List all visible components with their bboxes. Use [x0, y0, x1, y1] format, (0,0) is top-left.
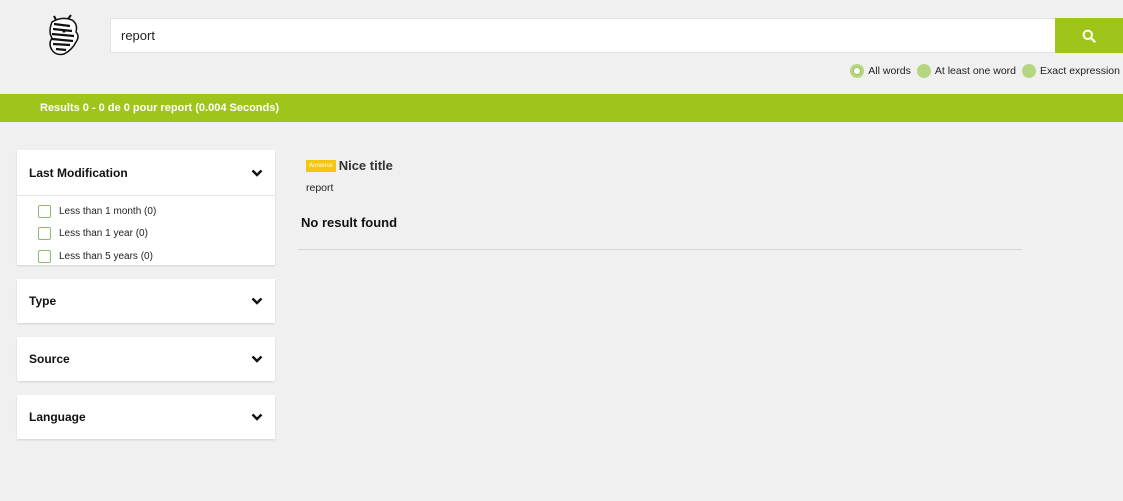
- search-button[interactable]: [1055, 18, 1123, 53]
- radio-at-least-one-word[interactable]: [916, 64, 931, 78]
- chevron-down-icon: [251, 413, 263, 421]
- no-result-message: No result found: [301, 215, 398, 230]
- search-icon: [1082, 29, 1096, 43]
- checkbox-less-than-5-years[interactable]: [38, 249, 51, 263]
- checkbox-less-than-1-year[interactable]: [38, 227, 51, 241]
- result-title[interactable]: Nice title: [339, 158, 393, 173]
- facet-language-header[interactable]: Language: [17, 395, 275, 439]
- chevron-down-icon: [251, 355, 263, 363]
- radio-exact-expression[interactable]: [1022, 64, 1037, 78]
- facet-source: Source: [17, 337, 275, 381]
- search-input[interactable]: [110, 18, 1056, 53]
- facet-source-title: Source: [29, 352, 70, 366]
- checkbox-less-than-1-month[interactable]: [38, 204, 51, 218]
- mode-exact-expression[interactable]: Exact expression: [1022, 64, 1120, 78]
- facet-last-modification-title: Last Modification: [29, 165, 128, 180]
- option-less-than-1-year[interactable]: Less than 1 year (0): [38, 223, 275, 246]
- facet-last-modification-options: Less than 1 month (0) Less than 1 year (…: [17, 196, 275, 272]
- facet-type: Type: [17, 279, 275, 323]
- mode-at-least-one-word[interactable]: At least one word: [916, 64, 1017, 78]
- facet-language-title: Language: [29, 410, 86, 424]
- facet-last-modification-header[interactable]: Last Modification: [17, 150, 275, 196]
- option-label: Less than 1 month (0): [59, 205, 157, 217]
- result-snippet: report: [306, 182, 334, 194]
- zebra-logo[interactable]: [42, 14, 86, 58]
- results-summary-bar: Results 0 - 0 de 0 pour report (0.004 Se…: [0, 94, 1123, 122]
- facet-last-modification: Last Modification Less than 1 month (0) …: [17, 150, 275, 265]
- chevron-down-icon: [251, 169, 263, 177]
- match-mode-group: All words At least one word Exact expres…: [844, 64, 1120, 78]
- option-label: Less than 5 years (0): [59, 250, 153, 262]
- chevron-down-icon: [251, 297, 263, 305]
- mode-exact-expression-label: Exact expression: [1040, 65, 1120, 77]
- mode-at-least-one-word-label: At least one word: [934, 65, 1017, 77]
- option-less-than-5-years[interactable]: Less than 5 years (0): [38, 245, 275, 268]
- results-divider: [298, 249, 1022, 250]
- results-summary-text: Results 0 - 0 de 0 pour report (0.004 Se…: [40, 102, 280, 114]
- announcement-badge: Annonce: [306, 159, 336, 172]
- results-main: Annonce Nice title report No result foun…: [298, 150, 1022, 250]
- facet-type-header[interactable]: Type: [17, 279, 275, 323]
- facet-source-header[interactable]: Source: [17, 337, 275, 381]
- mode-all-words[interactable]: All words: [850, 64, 911, 78]
- option-less-than-1-month[interactable]: Less than 1 month (0): [38, 200, 275, 223]
- facet-type-title: Type: [29, 294, 57, 308]
- option-label: Less than 1 year (0): [59, 228, 148, 240]
- facet-language: Language: [17, 395, 275, 439]
- mode-all-words-label: All words: [868, 65, 911, 77]
- radio-all-words[interactable]: [850, 64, 865, 78]
- result-title-row: Annonce Nice title: [306, 158, 1022, 173]
